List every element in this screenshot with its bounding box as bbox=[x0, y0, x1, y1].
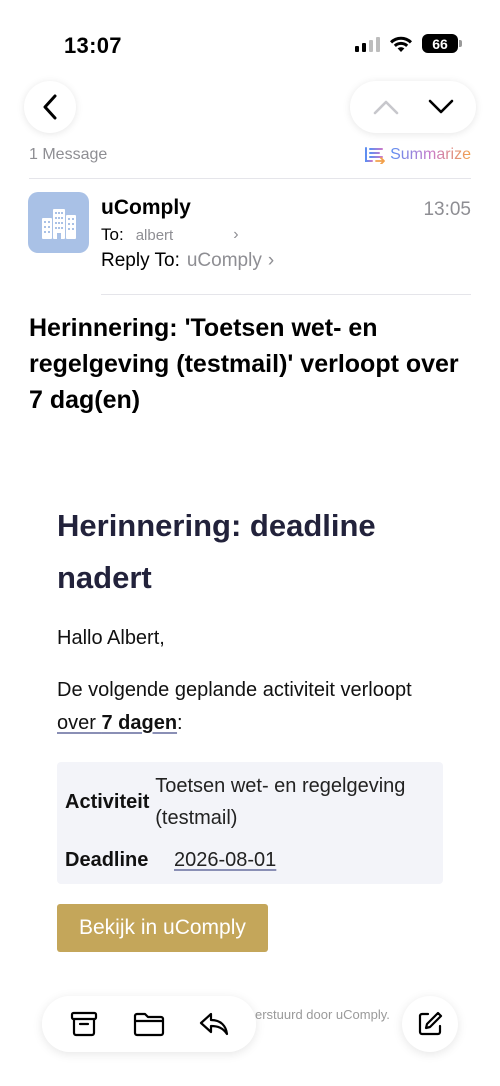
next-message-button[interactable] bbox=[419, 85, 463, 129]
details-table: Activiteit Toetsen wet- en regelgeving (… bbox=[57, 762, 443, 884]
message-pager bbox=[350, 81, 476, 133]
message-count: 1 Message bbox=[29, 146, 108, 163]
email-subject: Herinnering: 'Toetsen wet- en regelgevin… bbox=[29, 314, 459, 414]
summarize-button[interactable]: Summarize bbox=[364, 146, 471, 164]
details-key: Deadline bbox=[65, 849, 149, 871]
reply-icon bbox=[199, 1012, 228, 1036]
bottom-toolbar bbox=[42, 996, 256, 1052]
summarize-icon bbox=[365, 147, 385, 164]
table-row: Activiteit Toetsen wet- en regelgeving (… bbox=[65, 770, 435, 834]
details-value: Toetsen wet- en regelgeving (testmail) bbox=[155, 775, 406, 829]
sender-name[interactable]: uComply bbox=[101, 196, 191, 220]
wifi-icon bbox=[390, 36, 412, 52]
battery-icon: 66 bbox=[422, 34, 462, 53]
compose-button[interactable] bbox=[402, 996, 458, 1052]
message-time: 13:05 bbox=[423, 199, 471, 220]
recipient-name[interactable]: albert bbox=[136, 227, 174, 244]
divider bbox=[29, 178, 471, 179]
compose-icon bbox=[418, 1011, 443, 1036]
sender-avatar[interactable] bbox=[28, 192, 89, 253]
chevron-left-icon bbox=[43, 94, 57, 120]
status-time: 13:07 bbox=[64, 33, 122, 58]
details-key: Activiteit bbox=[65, 791, 150, 813]
to-label: To: bbox=[101, 225, 124, 244]
view-in-ucomply-button[interactable]: Bekijk in uComply bbox=[57, 904, 268, 952]
intro-link[interactable]: over 7 dagen bbox=[57, 712, 177, 734]
reply-to-name[interactable]: uComply bbox=[187, 250, 262, 272]
intro-link-bold: 7 dagen bbox=[101, 712, 178, 734]
status-icons: 66 bbox=[355, 34, 462, 53]
chevron-right-icon: › bbox=[267, 250, 275, 271]
chevron-up-icon bbox=[373, 100, 398, 115]
summarize-label: Summarize bbox=[390, 146, 471, 163]
divider bbox=[101, 294, 471, 295]
folder-icon bbox=[133, 1012, 165, 1037]
email-body: Herinnering: deadline nadert Hallo Alber… bbox=[57, 500, 443, 952]
move-to-folder-button[interactable] bbox=[125, 1000, 173, 1048]
cellular-signal-icon bbox=[355, 36, 380, 52]
table-row: Deadline 2026-08-01 bbox=[65, 844, 435, 876]
intro-text: De volgende geplande activiteit verloopt bbox=[57, 679, 412, 701]
archive-button[interactable] bbox=[60, 1000, 108, 1048]
recipient-row[interactable]: To: albert › bbox=[101, 225, 239, 245]
reply-button[interactable] bbox=[190, 1000, 238, 1048]
intro-end: : bbox=[177, 712, 183, 734]
email-heading: Herinnering: deadline nadert bbox=[57, 508, 376, 595]
status-bar: 13:07 66 bbox=[0, 0, 500, 80]
email-intro: De volgende geplande activiteit verloopt… bbox=[57, 674, 443, 740]
email-greeting: Hallo Albert, bbox=[57, 627, 165, 649]
intro-link-text: over bbox=[57, 712, 102, 734]
battery-level: 66 bbox=[432, 35, 448, 52]
email-footer: erstuurd door uComply. bbox=[255, 1007, 390, 1022]
previous-message-button[interactable] bbox=[364, 85, 408, 129]
reply-to-label: Reply To: bbox=[101, 250, 180, 271]
reply-to-row[interactable]: Reply To: uComply › bbox=[101, 250, 274, 272]
deadline-date-link[interactable]: 2026-08-01 bbox=[174, 844, 276, 876]
building-icon bbox=[41, 208, 76, 239]
archive-icon bbox=[71, 1011, 98, 1037]
chevron-right-icon: › bbox=[233, 226, 239, 243]
back-button[interactable] bbox=[24, 81, 76, 133]
chevron-down-icon bbox=[428, 99, 453, 114]
